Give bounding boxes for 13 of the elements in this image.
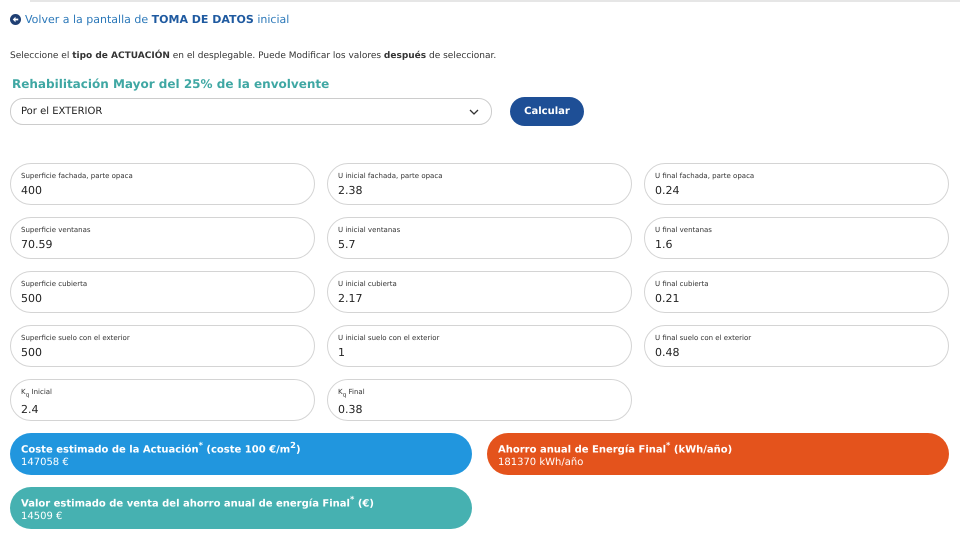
chevron-down-icon [469, 108, 479, 114]
result-value: 14509 € [21, 511, 62, 522]
result-title: Coste estimado de la Actuación$^{*}$ (coste 100 €/m$^{2}$) [21, 440, 301, 456]
instructions-text: Seleccione el tipo de ACTUACIÓN en el desplegable. Puede Modificar los valores después de seleccionar. [10, 51, 498, 61]
calculate-button[interactable]: Calcular [510, 97, 584, 126]
result-value: 181370 kWh/año [498, 457, 584, 468]
result-title: Ahorro anual de Energía Final$^{*}$ (kWh/año) [498, 440, 732, 456]
section-title: Rehabilitación Mayor del 25% de la envolvente [12, 77, 330, 91]
result-value: 147058 € [21, 457, 69, 468]
back-link[interactable]: Volver a la pantalla de TOMA DE DATOS inicial [25, 13, 290, 26]
back-arrow-icon [10, 14, 21, 25]
result-title: Valor estimado de venta del ahorro anual de energía Final$^{*}$ (€) [21, 494, 374, 510]
type-dropdown[interactable]: Por el EXTERIOR [10, 98, 492, 125]
